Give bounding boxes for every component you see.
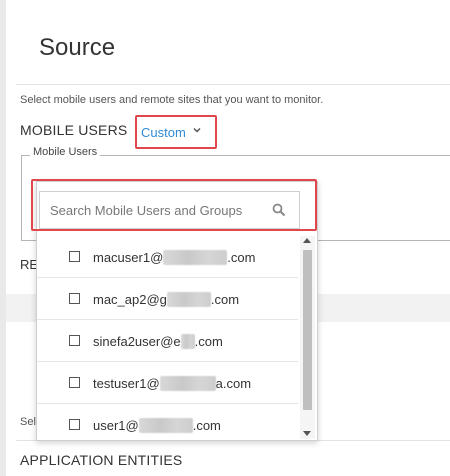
checkbox[interactable] bbox=[69, 335, 80, 346]
list-item[interactable]: macuser1@ .com bbox=[37, 236, 298, 278]
redacted-text bbox=[138, 418, 193, 433]
scroll-up-icon[interactable] bbox=[303, 238, 311, 243]
search-input[interactable] bbox=[39, 191, 300, 229]
checkbox[interactable] bbox=[69, 419, 80, 430]
user-list: macuser1@ .com mac_ap2@g .com sinefa2user@… bbox=[37, 236, 298, 446]
custom-mode-dropdown[interactable]: Custom bbox=[141, 125, 186, 140]
source-description: Select mobile users and remote sites tha… bbox=[20, 94, 324, 106]
mobile-users-legend: Mobile Users bbox=[30, 146, 101, 158]
page-title: Source bbox=[39, 34, 116, 61]
search-icon[interactable] bbox=[272, 203, 286, 217]
item-label: macuser1@ .com bbox=[93, 250, 256, 265]
list-item[interactable]: mac_ap2@g .com bbox=[37, 278, 298, 320]
redacted-text bbox=[163, 250, 228, 265]
redacted-text bbox=[159, 376, 216, 391]
list-item[interactable]: sinefa2user@e .com bbox=[37, 320, 298, 362]
application-description: Sel bbox=[20, 416, 36, 428]
scrollbar-thumb[interactable] bbox=[303, 250, 312, 410]
application-entities-heading: APPLICATION ENTITIES bbox=[20, 452, 183, 468]
redacted-text bbox=[166, 292, 211, 307]
item-label: user1@ .com bbox=[93, 418, 221, 433]
checkbox[interactable] bbox=[69, 377, 80, 388]
mobile-users-heading: MOBILE USERS bbox=[20, 122, 128, 138]
list-item[interactable]: testuser1@ a.com bbox=[37, 362, 298, 404]
list-item[interactable]: user1@ .com bbox=[37, 404, 298, 446]
checkbox[interactable] bbox=[69, 293, 80, 304]
item-label: testuser1@ a.com bbox=[93, 376, 252, 391]
checkbox[interactable] bbox=[69, 251, 80, 262]
redacted-text bbox=[180, 334, 195, 349]
title-divider bbox=[16, 84, 450, 85]
dropdown-scrollbar[interactable] bbox=[300, 236, 315, 439]
scroll-down-icon[interactable] bbox=[303, 431, 311, 436]
item-label: mac_ap2@g .com bbox=[93, 292, 240, 307]
chevron-down-icon[interactable] bbox=[192, 124, 202, 138]
item-label: sinefa2user@e .com bbox=[93, 334, 223, 349]
